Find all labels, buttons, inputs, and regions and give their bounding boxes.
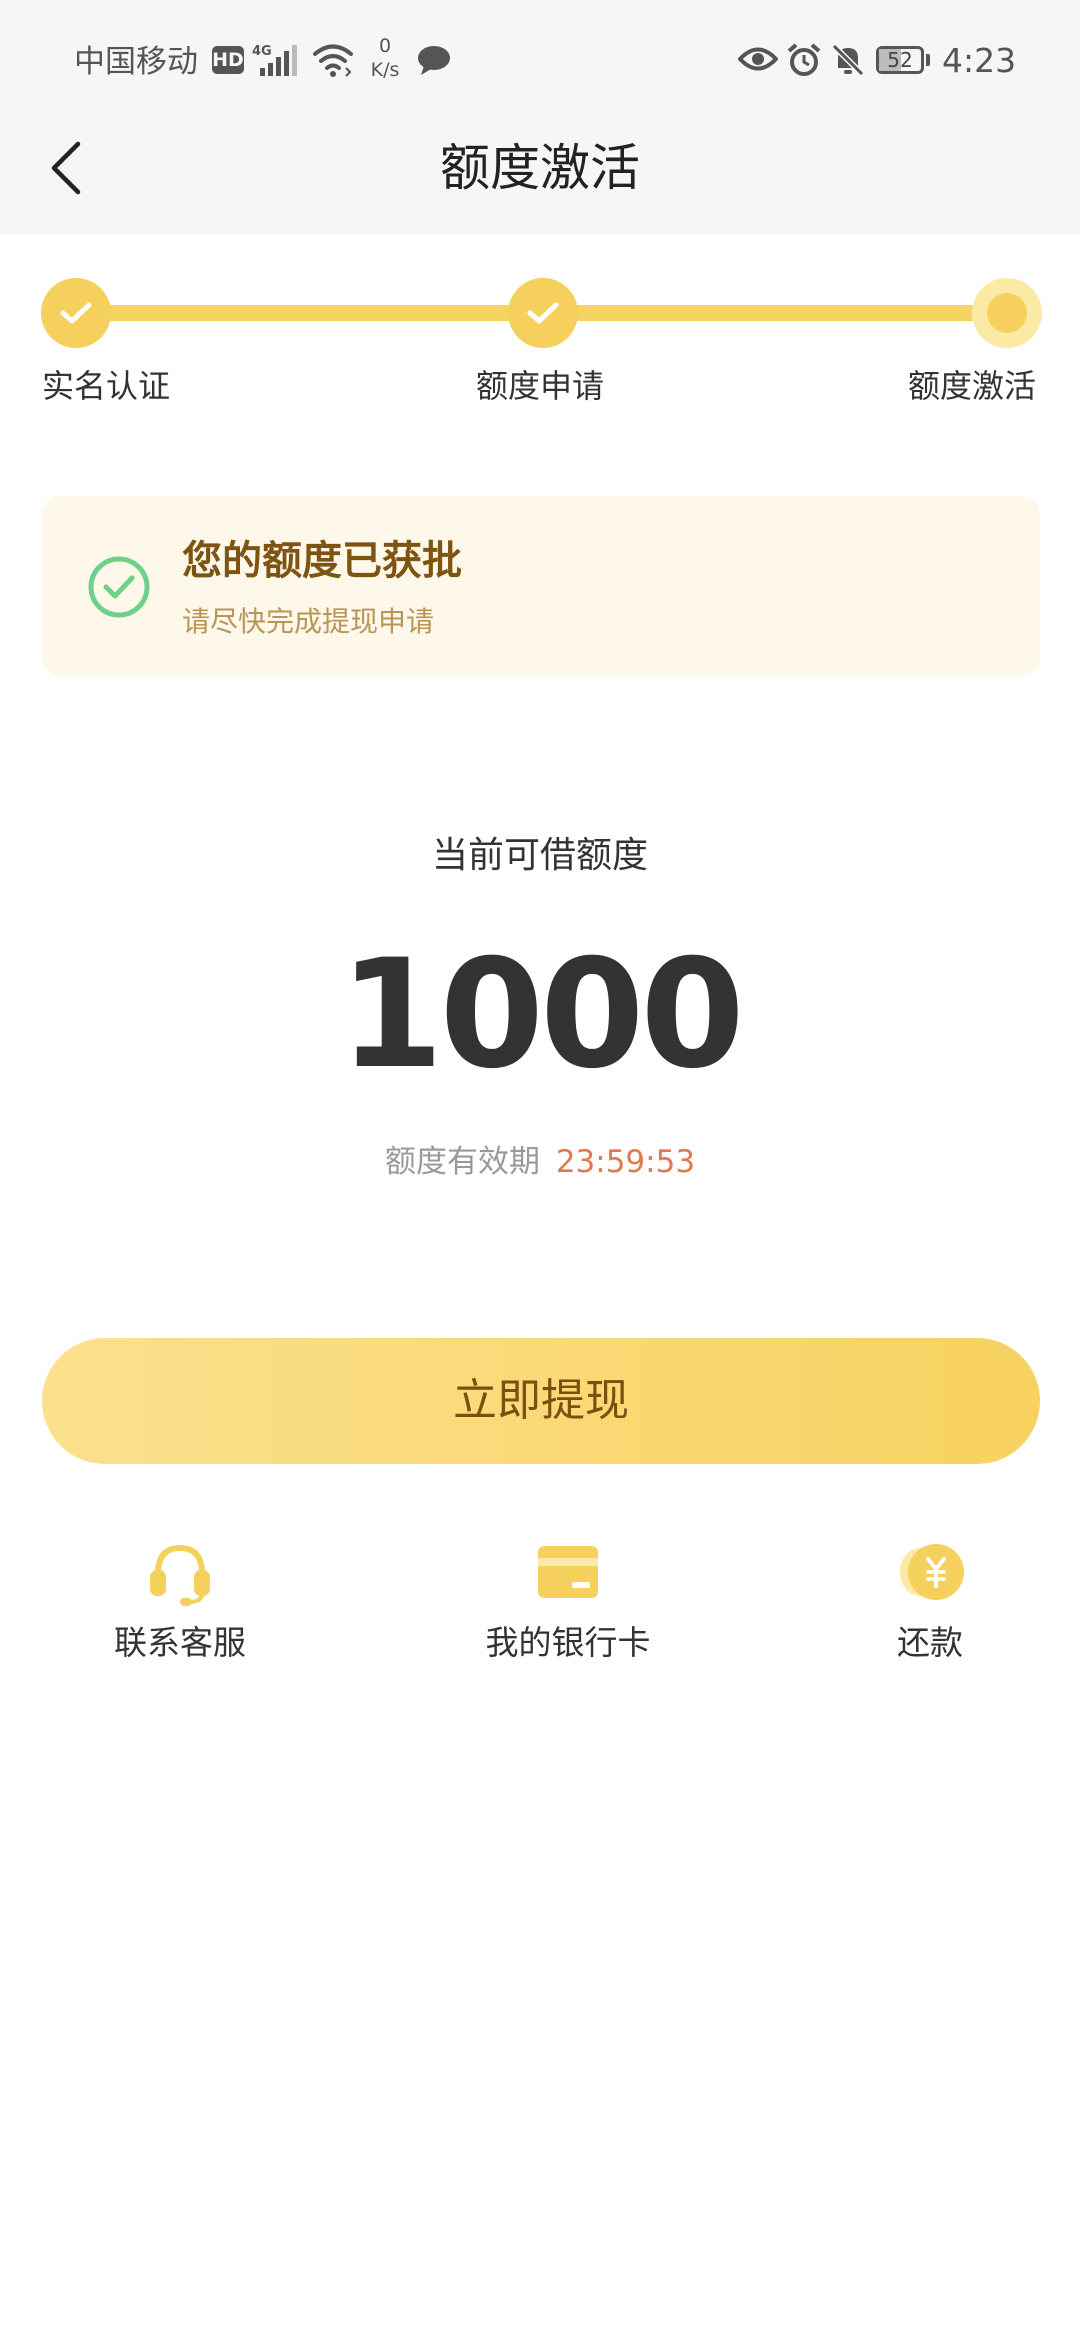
- network-speed: 0 K/s: [362, 34, 408, 82]
- amount-label: 当前可借额度: [431, 835, 648, 876]
- step-current-dot: [987, 293, 1027, 333]
- step-current-node: [972, 278, 1042, 348]
- network-speed-unit: K/s: [370, 59, 400, 81]
- wifi-icon: [312, 42, 354, 82]
- alarm-icon: [786, 42, 822, 82]
- carrier-label: 中国移动: [74, 44, 198, 80]
- step-label-activation: 额度激活: [908, 367, 1037, 405]
- step-label-application: 额度申请: [476, 367, 605, 405]
- cellular-signal-icon: 4G: [252, 42, 308, 82]
- battery-indicator: 52: [876, 46, 924, 74]
- eye-icon: [737, 44, 779, 78]
- svg-text:4G: 4G: [252, 44, 272, 59]
- step-connector: [542, 305, 1006, 321]
- my-bank-card-button[interactable]: 我的银行卡: [448, 1536, 688, 1676]
- step-label-verification: 实名认证: [42, 367, 171, 405]
- headset-icon: [150, 1544, 210, 1606]
- clock: 4:23: [942, 41, 1017, 80]
- step-connector: [76, 305, 542, 321]
- page-title: 额度激活: [440, 139, 640, 197]
- bank-card-icon: [538, 1546, 598, 1598]
- amount-value: 1000: [339, 928, 744, 1102]
- step-done-node: [508, 278, 578, 348]
- yuan-coin-icon: [900, 1544, 964, 1600]
- muted-bell-icon: [830, 42, 866, 82]
- contact-support-button[interactable]: 联系客服: [60, 1536, 300, 1676]
- step-done-node: [41, 278, 111, 348]
- withdraw-button[interactable]: 立即提现: [42, 1338, 1040, 1464]
- checkmark-icon: [60, 302, 92, 324]
- contact-support-label: 联系客服: [114, 1623, 246, 1662]
- validity-row: 额度有效期 23:59:53: [0, 1140, 1080, 1184]
- notice-title: 您的额度已获批: [182, 538, 462, 584]
- validity-label: 额度有效期: [384, 1144, 540, 1180]
- notice-subtitle: 请尽快完成提现申请: [182, 605, 435, 638]
- hd-badge: HD: [212, 46, 244, 74]
- battery-tip: [926, 54, 930, 66]
- network-speed-value: 0: [378, 35, 392, 57]
- my-bank-card-label: 我的银行卡: [485, 1623, 651, 1662]
- approval-notice: 您的额度已获批 请尽快完成提现申请: [42, 496, 1040, 676]
- checkmark-icon: [527, 302, 559, 324]
- countdown-timer: 23:59:53: [555, 1144, 696, 1180]
- repayment-button[interactable]: 还款: [810, 1536, 1050, 1676]
- progress-stepper: 实名认证 额度申请 额度激活: [0, 234, 1080, 424]
- status-bar: 中国移动 HD 4G 0 K/s 52 4:23: [0, 0, 1080, 124]
- repayment-label: 还款: [897, 1623, 963, 1662]
- message-icon: [416, 44, 452, 80]
- check-circle-icon: [86, 554, 152, 624]
- battery-percent: 52: [887, 48, 913, 72]
